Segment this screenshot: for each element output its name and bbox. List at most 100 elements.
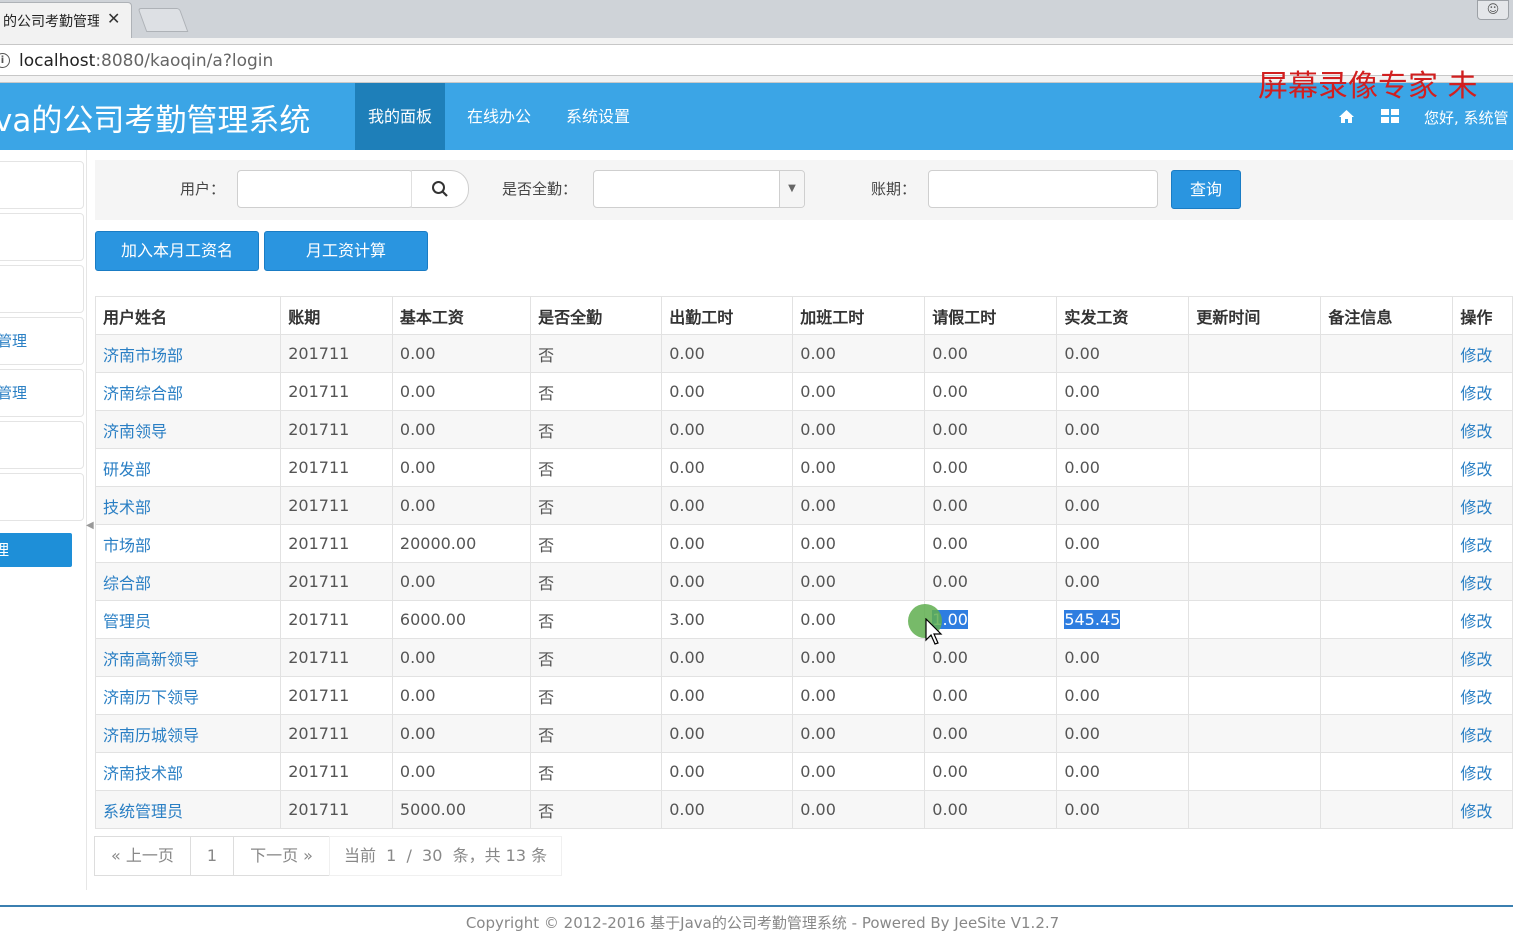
user-name-link[interactable]: 济南市场部 xyxy=(94,334,282,373)
cell-text: 201711 xyxy=(288,762,350,781)
cell-text: 修改 xyxy=(1460,649,1493,669)
user-name-link[interactable]: 管理员 xyxy=(94,600,282,639)
cell-text: 济南历城领导 xyxy=(103,725,200,745)
collapse-arrow-icon[interactable]: ◀ xyxy=(86,520,94,531)
cell-text: 201711 xyxy=(288,496,350,515)
col-header[interactable]: 是否全勤 xyxy=(530,296,663,335)
table-cell: 否 xyxy=(530,486,663,525)
cell-text: 济南领导 xyxy=(103,421,168,441)
user-name-link[interactable]: 济南技术部 xyxy=(94,752,282,791)
user-input[interactable] xyxy=(237,170,413,208)
cell-text: 否 xyxy=(538,687,555,707)
sidebar-item[interactable] xyxy=(0,473,84,521)
col-header[interactable]: 实发工资 xyxy=(1056,296,1190,335)
query-button[interactable]: 查询 xyxy=(1171,170,1241,209)
sidebar-item[interactable] xyxy=(0,265,84,313)
edit-link[interactable]: 修改 xyxy=(1452,372,1513,411)
period-input[interactable] xyxy=(928,170,1158,208)
cell-text: 管理员 xyxy=(103,611,152,631)
cell-text: 否 xyxy=(538,611,555,631)
user-search-button[interactable] xyxy=(411,170,469,208)
edit-link[interactable]: 修改 xyxy=(1452,600,1513,639)
prev-page-button[interactable]: « 上一页 xyxy=(94,836,191,876)
calc-salary-button[interactable]: 月工资计算 xyxy=(264,231,428,271)
user-name-link[interactable]: 综合部 xyxy=(94,562,282,601)
edit-link[interactable]: 修改 xyxy=(1452,714,1513,753)
edit-link[interactable]: 修改 xyxy=(1452,790,1513,829)
table-cell xyxy=(1320,372,1454,411)
page-number[interactable]: 1 xyxy=(189,836,235,876)
browser-tab[interactable]: 的公司考勤管理 ✕ xyxy=(0,2,132,39)
edit-link[interactable]: 修改 xyxy=(1452,524,1513,563)
col-header[interactable]: 加班工时 xyxy=(792,296,926,335)
user-name-link[interactable]: 济南历下领导 xyxy=(94,676,282,715)
edit-link[interactable]: 修改 xyxy=(1452,448,1513,487)
next-page-button[interactable]: 下一页 » xyxy=(233,836,330,876)
close-icon[interactable]: ✕ xyxy=(107,9,120,28)
user-name-link[interactable]: 济南领导 xyxy=(94,410,282,449)
table-cell: 0.00 xyxy=(792,714,926,753)
sidebar-item[interactable]: 管理 xyxy=(0,369,84,417)
table-cell: 201711 xyxy=(280,676,393,715)
col-header[interactable]: 账期 xyxy=(280,296,393,335)
table-cell: 0.00 xyxy=(1056,524,1190,563)
cell-text: 0.00 xyxy=(669,420,705,439)
col-header[interactable]: 备注信息 xyxy=(1320,296,1454,335)
cell-text: 201711 xyxy=(288,724,350,743)
nav-system-settings[interactable]: 系统设置 xyxy=(553,83,643,150)
cell-text: 0.00 xyxy=(1064,344,1100,363)
cell-text: 济南市场部 xyxy=(103,345,184,365)
table-cell xyxy=(1188,524,1322,563)
sidebar-item-label: 管理 xyxy=(0,384,28,402)
table-cell: 0.00 xyxy=(661,562,794,601)
sidebar-item-active[interactable]: 理 xyxy=(0,533,72,567)
user-name-link[interactable]: 济南历城领导 xyxy=(94,714,282,753)
full-attendance-select[interactable]: ▼ xyxy=(593,170,805,208)
cell-text: 修改 xyxy=(1460,535,1493,555)
user-name-link[interactable]: 系统管理员 xyxy=(94,790,282,829)
grid-icon[interactable] xyxy=(1381,109,1399,128)
edit-link[interactable]: 修改 xyxy=(1452,562,1513,601)
table-cell: 201711 xyxy=(280,714,393,753)
new-tab-button[interactable] xyxy=(137,8,189,32)
sidebar-item[interactable] xyxy=(0,161,84,209)
table-cell: 否 xyxy=(530,334,663,373)
edit-link[interactable]: 修改 xyxy=(1452,638,1513,677)
table-cell xyxy=(1188,410,1322,449)
sidebar-item[interactable] xyxy=(0,421,84,469)
edit-link[interactable]: 修改 xyxy=(1452,486,1513,525)
chevron-down-icon[interactable]: ▼ xyxy=(779,171,804,207)
edit-link[interactable]: 修改 xyxy=(1452,410,1513,449)
footer-divider xyxy=(0,905,1513,907)
col-header[interactable]: 出勤工时 xyxy=(661,296,794,335)
col-header[interactable]: 用户姓名 xyxy=(94,296,282,335)
nav-my-panel[interactable]: 我的面板 xyxy=(355,83,446,150)
edit-link[interactable]: 修改 xyxy=(1452,334,1513,373)
cell-text: 否 xyxy=(538,497,555,517)
add-month-salary-button[interactable]: 加入本月工资名 xyxy=(95,231,259,271)
user-name-link[interactable]: 市场部 xyxy=(94,524,282,563)
table-cell: 201711 xyxy=(280,790,393,829)
user-name-link[interactable]: 济南高新领导 xyxy=(94,638,282,677)
user-name-link[interactable]: 技术部 xyxy=(94,486,282,525)
table-cell: 0.00 xyxy=(661,790,794,829)
nav-online-office[interactable]: 在线办公 xyxy=(454,83,544,150)
cell-text: 0.00 xyxy=(669,496,705,515)
sidebar-item[interactable] xyxy=(0,213,84,261)
sidebar-item[interactable]: 管理 xyxy=(0,317,84,365)
col-header[interactable]: 请假工时 xyxy=(924,296,1058,335)
cell-text: 0.00 xyxy=(800,686,836,705)
user-name-link[interactable]: 研发部 xyxy=(94,448,282,487)
user-greeting[interactable]: 您好, 系统管 xyxy=(1424,107,1509,128)
user-name-link[interactable]: 济南综合部 xyxy=(94,372,282,411)
info-icon[interactable]: i xyxy=(0,53,10,68)
cell-text: 否 xyxy=(538,573,555,593)
col-header[interactable]: 更新时间 xyxy=(1188,296,1322,335)
edit-link[interactable]: 修改 xyxy=(1452,752,1513,791)
col-header[interactable]: 基本工资 xyxy=(391,296,532,335)
watermark: 屏幕录像专家 未 xyxy=(1258,69,1478,104)
home-icon[interactable] xyxy=(1338,109,1355,128)
cell-text: 0.00 xyxy=(800,762,836,781)
edit-link[interactable]: 修改 xyxy=(1452,676,1513,715)
profile-icon[interactable]: ☺ xyxy=(1477,0,1509,20)
